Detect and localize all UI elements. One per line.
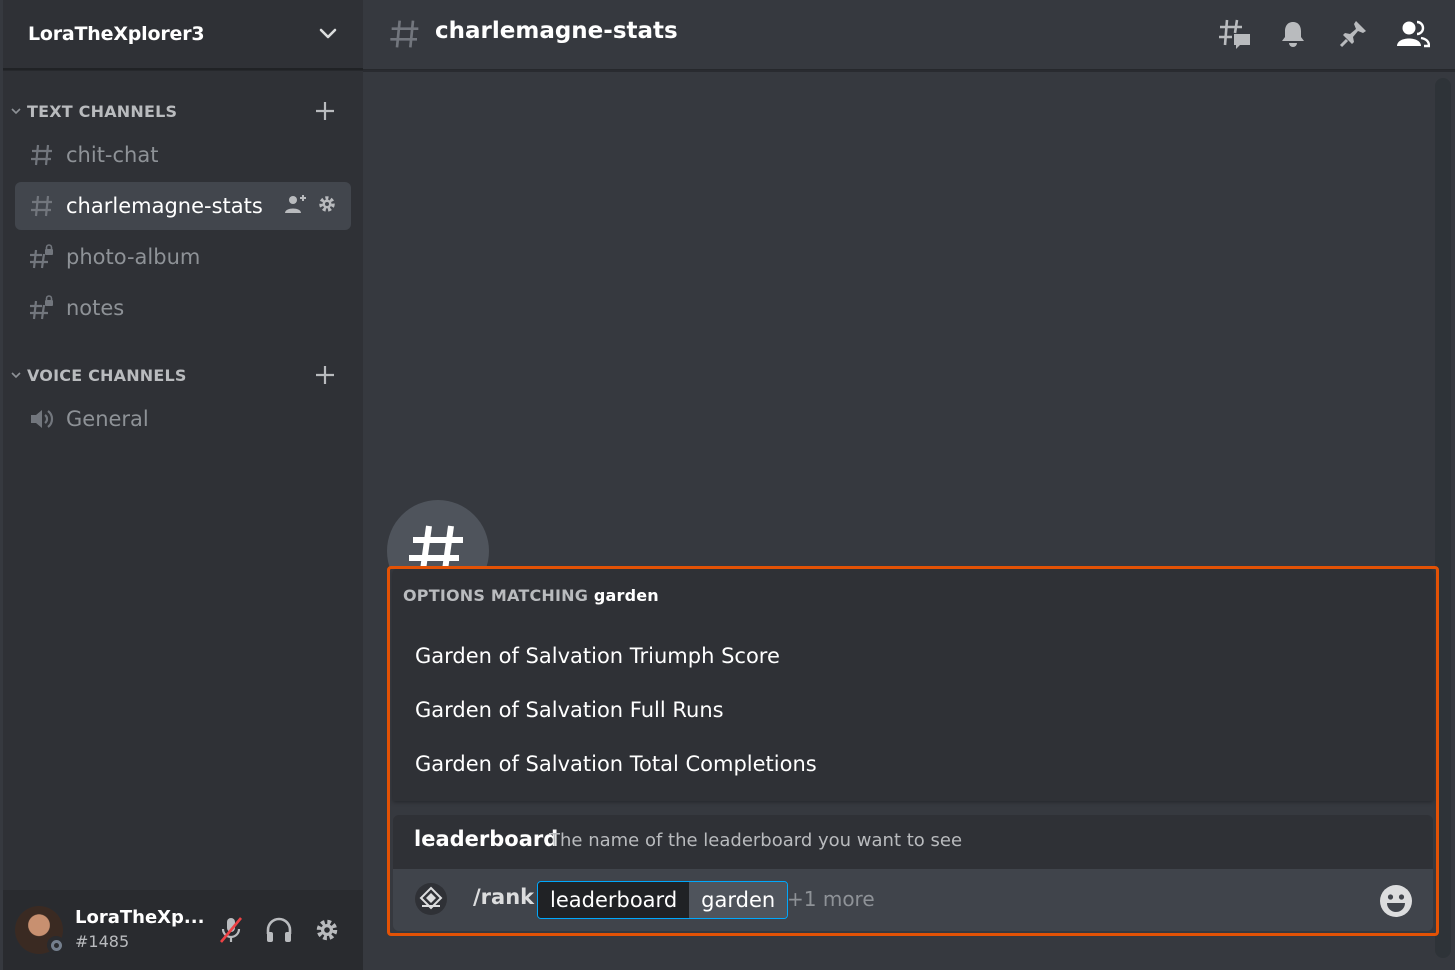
message-input[interactable]: /rank leaderboard garden +1 more <box>393 869 1433 931</box>
channel-charlemagne-stats[interactable]: charlemagne-stats <box>15 182 351 230</box>
invite-user-icon[interactable] <box>284 194 308 218</box>
autocomplete-option[interactable]: Garden of Salvation Total Completions <box>405 742 1421 786</box>
locked-hash-icon <box>28 294 56 322</box>
hash-icon <box>389 18 421 50</box>
option-value[interactable]: garden <box>689 882 788 918</box>
channel-label: photo-album <box>66 245 201 269</box>
user-name[interactable]: LoraTheXp... <box>75 907 204 928</box>
user-settings-gear-icon[interactable] <box>311 914 343 946</box>
channel-actions <box>284 194 337 218</box>
option-key: leaderboard <box>538 882 690 918</box>
autocomplete-title: OPTIONS MATCHING garden <box>403 586 659 605</box>
channel-label: charlemagne-stats <box>66 194 263 218</box>
chat-area: charlemagne-stats OPTIONS MATCHING garde… <box>363 0 1455 970</box>
user-panel: LoraTheXp... #1485 <box>3 890 363 970</box>
channel-title: charlemagne-stats <box>435 18 678 44</box>
autocomplete-option[interactable]: Garden of Salvation Triumph Score <box>405 634 1421 678</box>
add-channel-icon[interactable] <box>313 99 337 123</box>
channel-chit-chat[interactable]: chit-chat <box>15 131 351 179</box>
autocomplete-highlight: OPTIONS MATCHING garden Garden of Salvat… <box>387 566 1439 936</box>
bot-avatar-icon <box>415 883 447 915</box>
bell-icon[interactable] <box>1275 16 1311 52</box>
speaker-icon <box>28 405 56 433</box>
channel-sidebar: LoraTheXplorer3 TEXT CHANNELS chit-chat … <box>3 0 363 970</box>
user-tag: #1485 <box>75 932 130 951</box>
autocomplete-option[interactable]: Garden of Salvation Full Runs <box>405 688 1421 732</box>
channel-label: chit-chat <box>66 143 159 167</box>
pin-icon[interactable] <box>1335 16 1371 52</box>
chevron-down-icon[interactable] <box>317 23 339 45</box>
gear-icon[interactable] <box>317 194 337 218</box>
chevron-down-icon <box>10 369 22 381</box>
autocomplete-popup: OPTIONS MATCHING garden Garden of Salvat… <box>393 569 1433 801</box>
channel-label: notes <box>66 296 125 320</box>
channel-notes[interactable]: notes <box>15 284 351 332</box>
channel-photo-album[interactable]: photo-album <box>15 233 351 281</box>
threads-icon[interactable] <box>1217 16 1253 52</box>
add-channel-icon[interactable] <box>313 363 337 387</box>
chevron-down-icon <box>10 105 22 117</box>
channel-label: General <box>66 407 149 431</box>
status-offline-icon <box>47 936 65 954</box>
category-text-channels[interactable]: TEXT CHANNELS <box>3 96 363 126</box>
member-list-icon[interactable] <box>1395 16 1431 52</box>
autocomplete-title-prefix: OPTIONS MATCHING <box>403 586 589 605</box>
headphones-icon[interactable] <box>263 914 295 946</box>
category-label: VOICE CHANNELS <box>27 365 187 385</box>
option-info-bar: leaderboard The name of the leaderboard … <box>393 815 1433 869</box>
locked-hash-icon <box>28 243 56 271</box>
channel-general-voice[interactable]: General <box>15 395 351 443</box>
mute-microphone-icon[interactable] <box>215 914 247 946</box>
category-voice-channels[interactable]: VOICE CHANNELS <box>3 360 363 390</box>
server-name: LoraTheXplorer3 <box>28 23 205 45</box>
category-label: TEXT CHANNELS <box>27 101 178 121</box>
hash-icon <box>28 141 56 169</box>
channel-header: charlemagne-stats <box>363 0 1455 70</box>
option-description: The name of the leaderboard you want to … <box>549 830 963 851</box>
option-name: leaderboard <box>414 827 559 851</box>
emoji-picker-icon[interactable] <box>1379 884 1413 918</box>
more-options-hint[interactable]: +1 more <box>787 887 875 911</box>
command-name: /rank <box>473 885 535 909</box>
server-header[interactable]: LoraTheXplorer3 <box>3 0 363 70</box>
autocomplete-query: garden <box>593 586 659 605</box>
command-option-pill[interactable]: leaderboard garden <box>537 881 789 919</box>
hash-icon <box>28 192 56 220</box>
